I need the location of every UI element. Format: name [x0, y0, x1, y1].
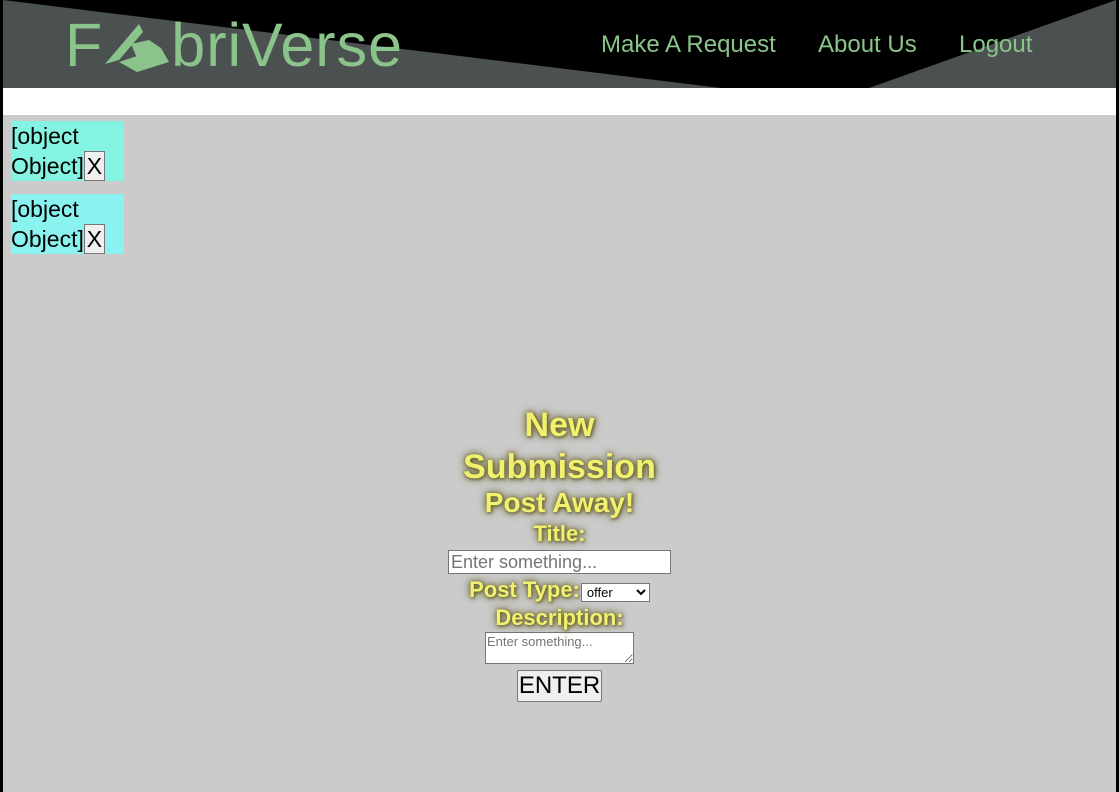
list-item: [object Object] X: [11, 121, 124, 181]
enter-button[interactable]: ENTER: [517, 670, 602, 702]
title-input[interactable]: [448, 550, 671, 574]
post-type-label: Post Type:: [469, 577, 580, 602]
list-item: [object Object] X: [11, 194, 124, 254]
form-subheading: Post Away!: [484, 487, 635, 518]
remove-item-button[interactable]: X: [83, 151, 105, 181]
description-label: Description:: [495, 605, 624, 630]
fabriverse-logo[interactable]: F briVerse: [65, 14, 403, 76]
nav-about-us[interactable]: About Us: [818, 30, 917, 60]
header-spacer: [3, 88, 1116, 115]
description-textarea[interactable]: [485, 632, 634, 664]
title-label: Title:: [533, 521, 586, 546]
new-submission-form: New Submission Post Away! Title: Post Ty…: [3, 404, 1116, 702]
nav-logout[interactable]: Logout: [959, 30, 1032, 60]
nav-make-a-request[interactable]: Make A Request: [601, 30, 776, 60]
list-item-text: [object: [11, 196, 79, 222]
site-header: F briVerse Make A Request About Us Logou…: [3, 0, 1116, 88]
post-type-row: Post Type: offer: [3, 576, 1116, 604]
logo-letter-f: F: [65, 11, 104, 79]
list-item-text: Object]: [11, 153, 84, 179]
form-heading: New Submission: [463, 406, 656, 486]
logo-wordmark: briVerse: [171, 11, 404, 79]
list-item-text: [object: [11, 123, 79, 149]
list-item-text: Object]: [11, 226, 84, 252]
logo-plane-icon: [105, 24, 170, 72]
post-type-select[interactable]: offer: [580, 582, 650, 602]
remove-item-button[interactable]: X: [83, 224, 105, 254]
page-frame: F briVerse Make A Request About Us Logou…: [3, 0, 1116, 792]
